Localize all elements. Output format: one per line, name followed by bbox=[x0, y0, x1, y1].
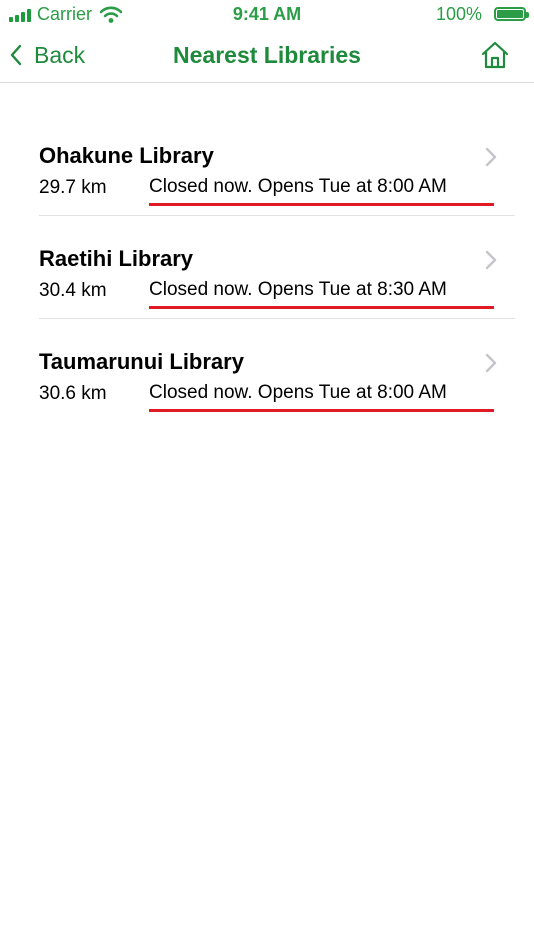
library-row-ohakune[interactable]: Ohakune Library 29.7 km Closed now. Open… bbox=[39, 113, 515, 216]
navigation-bar: Back Nearest Libraries bbox=[0, 30, 534, 83]
library-row-taumarunui[interactable]: Taumarunui Library 30.6 km Closed now. O… bbox=[39, 319, 515, 421]
library-name: Raetihi Library bbox=[39, 246, 194, 271]
library-name: Ohakune Library bbox=[39, 143, 214, 168]
status-bar: Carrier 9:41 AM 100% bbox=[0, 0, 534, 30]
chevron-right-icon bbox=[485, 250, 497, 270]
library-name: Taumarunui Library bbox=[39, 349, 244, 374]
library-row-raetihi[interactable]: Raetihi Library 30.4 km Closed now. Open… bbox=[39, 216, 515, 319]
home-icon[interactable] bbox=[480, 40, 510, 70]
library-list: Ohakune Library 29.7 km Closed now. Open… bbox=[39, 113, 515, 421]
chevron-right-icon bbox=[485, 147, 497, 167]
library-hours: Closed now. Opens Tue at 8:00 AM bbox=[149, 176, 494, 206]
library-distance: 29.7 km bbox=[39, 177, 107, 198]
page-title: Nearest Libraries bbox=[173, 42, 361, 68]
battery-percentage: 100% bbox=[435, 4, 482, 24]
library-distance: 30.4 km bbox=[39, 280, 107, 301]
library-distance: 30.6 km bbox=[39, 383, 107, 404]
library-hours: Closed now. Opens Tue at 8:00 AM bbox=[149, 382, 494, 412]
battery-icon bbox=[494, 7, 529, 21]
chevron-right-icon bbox=[485, 353, 497, 373]
library-hours: Closed now. Opens Tue at 8:30 AM bbox=[149, 279, 494, 309]
